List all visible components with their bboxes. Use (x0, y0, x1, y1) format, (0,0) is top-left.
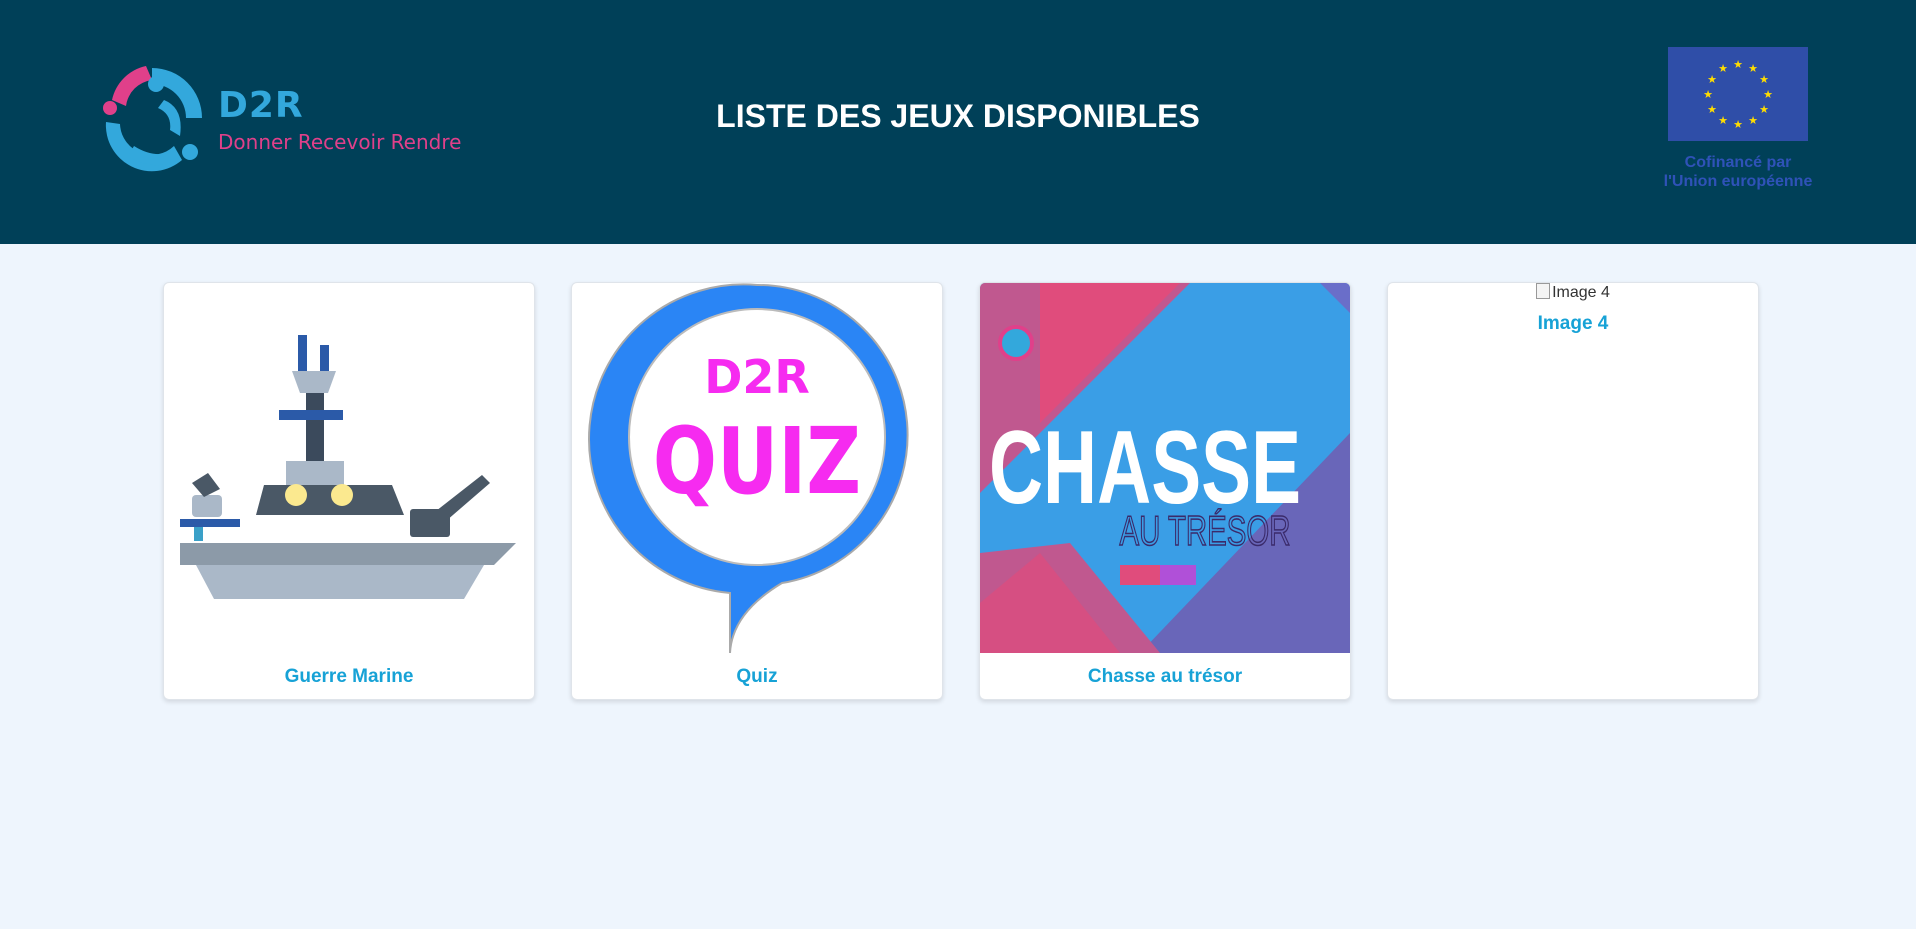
svg-text:★: ★ (1703, 88, 1713, 101)
svg-text:★: ★ (1718, 114, 1728, 127)
game-title[interactable]: Image 4 (1388, 313, 1758, 335)
quiz-image-line1: D2R (704, 350, 810, 404)
warship-image (164, 283, 534, 653)
quiz-image-line2: QUIZ (653, 408, 861, 515)
poster-line2: AU TRÉSOR (1120, 507, 1291, 555)
eu-stars-icon: ★ ★ ★ ★ ★ ★ ★ ★ ★ ★ ★ ★ (1703, 58, 1773, 131)
eu-caption-line2: l'Union européenne (1663, 173, 1813, 190)
quiz-image: D2R QUIZ (572, 283, 942, 654)
game-card-chasse-au-tresor[interactable]: CHASSE AU TRÉSOR Chasse au trésor (979, 282, 1351, 700)
game-title[interactable]: Quiz (572, 666, 942, 688)
svg-text:★: ★ (1759, 73, 1769, 86)
game-title[interactable]: Chasse au trésor (980, 666, 1350, 688)
treasure-hunt-poster: CHASSE AU TRÉSOR (980, 283, 1350, 653)
svg-text:★: ★ (1748, 62, 1758, 75)
svg-text:★: ★ (1748, 114, 1758, 127)
game-title[interactable]: Guerre Marine (164, 666, 534, 688)
svg-text:★: ★ (1759, 103, 1769, 116)
svg-text:★: ★ (1707, 73, 1717, 86)
game-card-image-4[interactable]: Image 4 Image 4 (1387, 282, 1759, 700)
eu-flag: ★ ★ ★ ★ ★ ★ ★ ★ ★ ★ ★ ★ (1668, 47, 1808, 141)
svg-text:★: ★ (1763, 88, 1773, 101)
game-card-quiz[interactable]: D2R QUIZ Quiz (571, 282, 943, 700)
warship-icon (180, 335, 516, 599)
treasure-hunt-image: CHASSE AU TRÉSOR (980, 283, 1350, 653)
svg-text:★: ★ (1733, 58, 1743, 71)
game-card-guerre-marine[interactable]: Guerre Marine (163, 282, 535, 700)
eu-caption-line1: Cofinancé par (1684, 154, 1792, 171)
svg-text:★: ★ (1707, 103, 1717, 116)
broken-image: Image 4 (1388, 283, 1758, 302)
page-header: D2R Donner Recevoir Rendre LISTE DES JEU… (0, 0, 1916, 244)
eu-funding-caption: Cofinancé par l'Union européenne (1638, 153, 1838, 191)
broken-image-icon (1536, 283, 1551, 299)
page-title: LISTE DES JEUX DISPONIBLES (716, 98, 1200, 134)
svg-text:★: ★ (1718, 62, 1728, 75)
svg-text:★: ★ (1733, 118, 1743, 131)
quiz-bubble-graphic: D2R QUIZ (587, 283, 909, 654)
image-alt-text: Image 4 (1552, 284, 1610, 301)
